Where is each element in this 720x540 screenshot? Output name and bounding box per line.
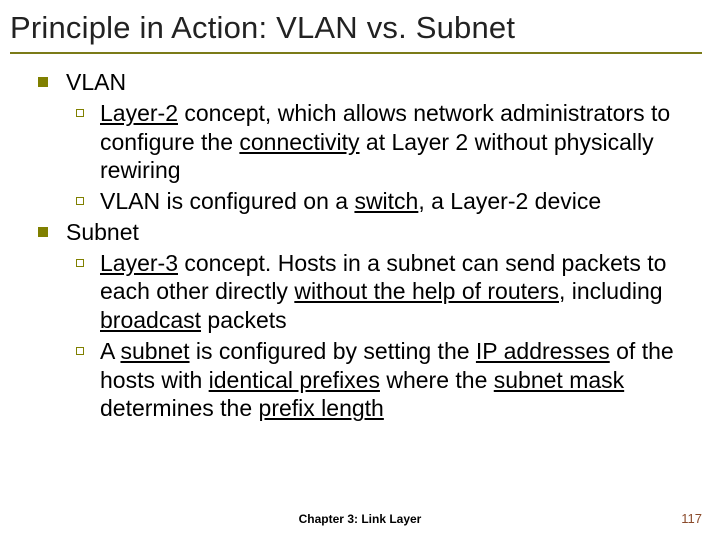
bullet-level1: VLAN [38,68,694,97]
underlined-text: broadcast [100,307,201,333]
underlined-text: switch [354,188,418,214]
bullet-level2-text: Layer-3 concept. Hosts in a subnet can s… [100,249,694,335]
bullet-level2: Layer-2 concept, which allows network ad… [38,99,694,185]
underlined-text: subnet mask [494,367,624,393]
square-bullet-icon [38,227,48,237]
underlined-text: connectivity [239,129,359,155]
bullet-level2-text: Layer-2 concept, which allows network ad… [100,99,694,185]
underlined-text: Layer-3 [100,250,178,276]
text: VLAN is configured on a [100,188,354,214]
slide-title: Principle in Action: VLAN vs. Subnet [10,10,702,54]
footer-chapter: Chapter 3: Link Layer [0,512,720,526]
bullet-level2-text: A subnet is configured by setting the IP… [100,337,694,423]
footer-page-number: 117 [681,511,702,526]
bullet-level1-text: VLAN [66,68,126,97]
underlined-text: subnet [120,338,189,364]
text: determines the [100,395,259,421]
text: is configured by setting the [190,338,476,364]
underlined-text: without the help of routers [294,278,559,304]
bullet-level2: Layer-3 concept. Hosts in a subnet can s… [38,249,694,335]
bullet-level2: A subnet is configured by setting the IP… [38,337,694,423]
slide: Principle in Action: VLAN vs. Subnet VLA… [0,0,720,540]
text: packets [201,307,287,333]
text: , a Layer-2 device [418,188,601,214]
text: A [100,338,120,364]
hollow-square-bullet-icon [76,347,84,355]
text: , including [559,278,663,304]
bullet-level2-text: VLAN is configured on a switch, a Layer-… [100,187,601,216]
underlined-text: prefix length [259,395,384,421]
hollow-square-bullet-icon [76,109,84,117]
hollow-square-bullet-icon [76,197,84,205]
underlined-text: Layer-2 [100,100,178,126]
underlined-text: identical prefixes [209,367,380,393]
hollow-square-bullet-icon [76,259,84,267]
text: where the [380,367,494,393]
slide-content: VLANLayer-2 concept, which allows networ… [10,68,702,423]
bullet-level1: Subnet [38,218,694,247]
square-bullet-icon [38,77,48,87]
underlined-text: IP addresses [476,338,610,364]
bullet-level2: VLAN is configured on a switch, a Layer-… [38,187,694,216]
bullet-level1-text: Subnet [66,218,139,247]
